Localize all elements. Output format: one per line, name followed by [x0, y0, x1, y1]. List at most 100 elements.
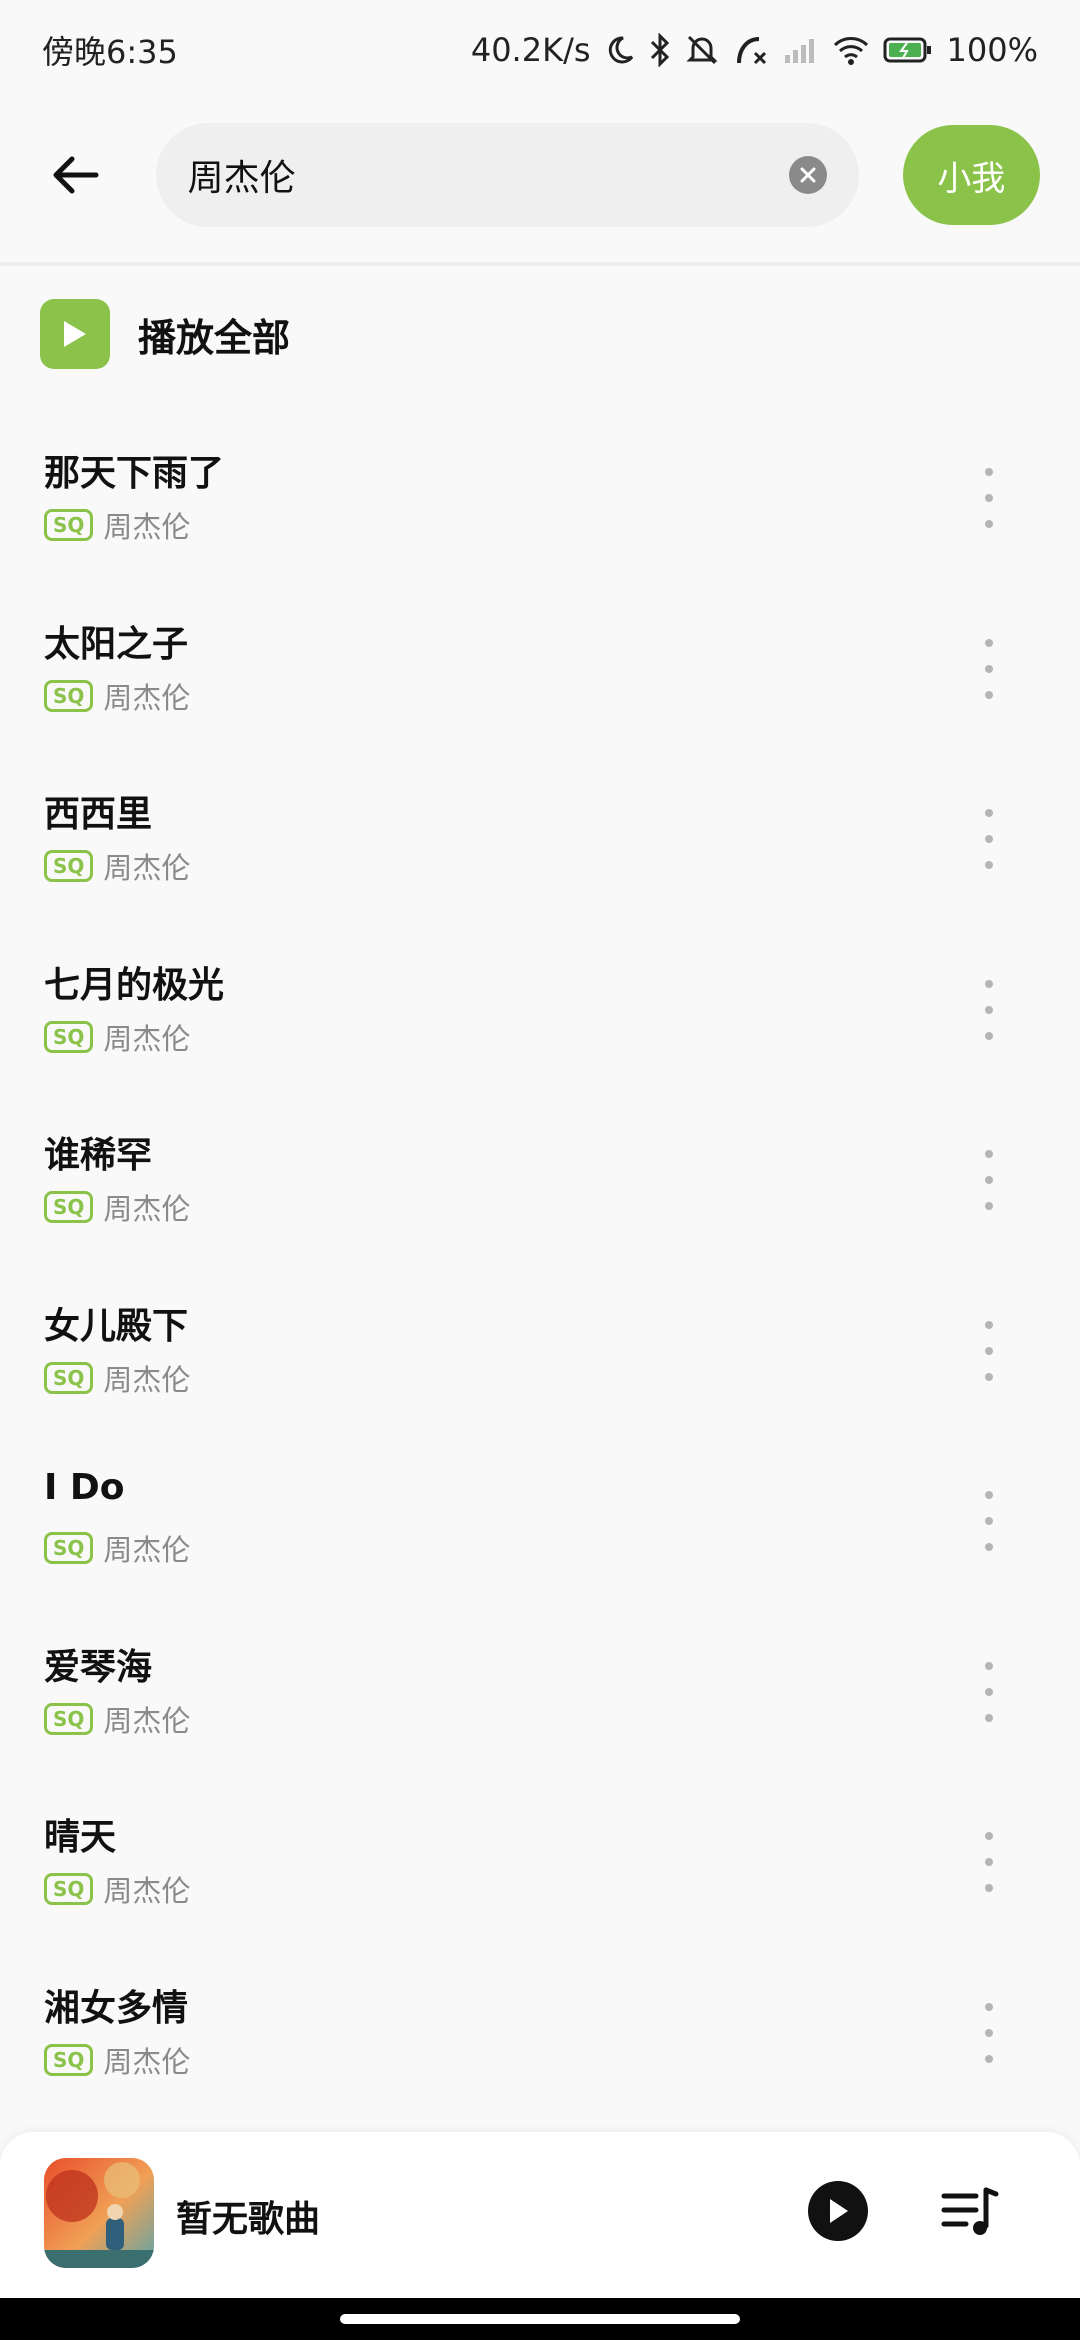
song-title: 女儿殿下: [44, 1305, 189, 1347]
arrow-left-icon: [53, 156, 99, 194]
wifi-icon: [833, 37, 868, 65]
song-artist: 周杰伦: [103, 1703, 191, 1738]
song-meta: SQ 周杰伦: [44, 1016, 190, 1058]
playlist-icon: [941, 2187, 999, 2235]
more-options-button[interactable]: [974, 1150, 1004, 1210]
call-off-icon: [736, 37, 766, 65]
now-playing-title: 暂无歌曲: [176, 2199, 321, 2240]
more-options-button[interactable]: [974, 638, 1004, 699]
list-item[interactable]: 谁稀罕 SQ 周杰伦: [0, 1102, 1080, 1273]
song-artist: 周杰伦: [103, 2044, 191, 2079]
quality-badge: SQ: [44, 1020, 94, 1053]
more-options-button[interactable]: [974, 979, 1004, 1040]
more-options-button[interactable]: [974, 2002, 1004, 2063]
search-input[interactable]: [185, 153, 750, 197]
more-vertical-icon: [985, 809, 993, 817]
song-meta: SQ 周杰伦: [44, 504, 190, 546]
song-title: 湘女多情: [44, 1987, 189, 2029]
search-box[interactable]: [155, 123, 859, 227]
list-item[interactable]: 七月的极光 SQ 周杰伦: [0, 932, 1080, 1103]
song-meta: SQ 周杰伦: [44, 1527, 190, 1569]
battery-icon: [883, 37, 931, 63]
song-artist: 周杰伦: [103, 1533, 191, 1567]
song-meta: SQ 周杰伦: [44, 845, 190, 887]
status-bar: 傍晚6:35 40.2K/s 100%: [0, 0, 1080, 100]
more-vertical-icon: [985, 1491, 993, 1499]
player-play-button[interactable]: [808, 2181, 868, 2241]
song-artist: 周杰伦: [103, 1362, 191, 1397]
divider: [0, 262, 1080, 266]
song-artist: 周杰伦: [103, 510, 191, 544]
more-vertical-icon: [985, 638, 993, 647]
song-meta: SQ 周杰伦: [44, 2039, 190, 2081]
quality-badge: SQ: [44, 509, 94, 541]
status-time: 傍晚6:35: [42, 33, 178, 71]
song-artist: 周杰伦: [103, 851, 191, 885]
song-artist: 周杰伦: [103, 680, 191, 715]
list-item[interactable]: 西西里 SQ 周杰伦: [0, 761, 1080, 932]
clear-button[interactable]: [788, 156, 827, 194]
ai-assistant-button[interactable]: 小我: [902, 125, 1040, 225]
song-list: 那天下雨了 SQ 周杰伦 太阳之子 SQ 周杰伦 西西里 SQ 周杰伦 七月的极…: [0, 420, 1080, 2125]
more-vertical-icon: [985, 2002, 993, 2011]
play-circle-icon: [830, 2199, 848, 2223]
signal-icon: [784, 39, 814, 63]
song-title: I Do: [44, 1467, 125, 1508]
song-meta: SQ 周杰伦: [44, 1186, 190, 1228]
quality-badge: SQ: [44, 1191, 94, 1223]
navigation-bar: [0, 2298, 1080, 2340]
song-meta: SQ 周杰伦: [44, 675, 190, 717]
clear-icon: [800, 167, 816, 183]
quality-badge: SQ: [44, 1532, 94, 1564]
play-all-label: 播放全部: [138, 315, 291, 360]
mini-player[interactable]: 暂无歌曲: [0, 2132, 1080, 2298]
mute-bell-icon: [685, 35, 718, 65]
quality-badge: SQ: [44, 1873, 94, 1905]
bluetooth-icon: [650, 33, 669, 67]
song-artist: 周杰伦: [103, 1021, 191, 1056]
list-item[interactable]: 女儿殿下 SQ 周杰伦: [0, 1273, 1080, 1444]
more-vertical-icon: [985, 979, 993, 988]
more-vertical-icon: [985, 1320, 993, 1329]
album-cover[interactable]: [44, 2158, 154, 2268]
play-icon: [40, 299, 110, 369]
play-all-button[interactable]: 播放全部: [40, 298, 290, 370]
list-item[interactable]: 那天下雨了 SQ 周杰伦: [0, 420, 1080, 591]
more-options-button[interactable]: [974, 1661, 1004, 1722]
song-title: 西西里: [44, 794, 153, 835]
more-vertical-icon: [985, 1150, 993, 1158]
song-artist: 周杰伦: [103, 1192, 191, 1226]
net-speed: 40.2K/s: [470, 31, 591, 69]
quality-badge: SQ: [44, 850, 94, 882]
list-item[interactable]: 湘女多情 SQ 周杰伦: [0, 1955, 1080, 2126]
list-item[interactable]: I Do SQ 周杰伦: [0, 1443, 1080, 1614]
home-indicator[interactable]: [340, 2314, 740, 2324]
more-options-button[interactable]: [974, 468, 1004, 528]
list-item[interactable]: 晴天 SQ 周杰伦: [0, 1784, 1080, 1955]
search-header: 小我: [0, 110, 1080, 240]
more-vertical-icon: [985, 468, 993, 476]
song-meta: SQ 周杰伦: [44, 1698, 190, 1740]
more-vertical-icon: [985, 1832, 993, 1840]
back-button[interactable]: [40, 140, 110, 210]
song-title: 晴天: [44, 1817, 117, 1858]
list-item[interactable]: 爱琴海 SQ 周杰伦: [0, 1614, 1080, 1785]
more-options-button[interactable]: [974, 1491, 1004, 1551]
quality-badge: SQ: [44, 1361, 94, 1394]
quality-badge: SQ: [44, 2043, 94, 2076]
song-title: 谁稀罕: [44, 1135, 153, 1176]
more-options-button[interactable]: [974, 1832, 1004, 1892]
more-options-button[interactable]: [974, 1320, 1004, 1381]
quality-badge: SQ: [44, 1702, 94, 1735]
more-vertical-icon: [985, 1661, 993, 1670]
song-meta: SQ 周杰伦: [44, 1357, 190, 1399]
status-icons: 40.2K/s 100%: [471, 31, 1038, 69]
playlist-button[interactable]: [940, 2182, 1002, 2244]
song-title: 爱琴海: [44, 1646, 153, 1688]
song-meta: SQ 周杰伦: [44, 1868, 190, 1910]
song-title: 太阳之子: [44, 623, 189, 665]
song-title: 那天下雨了: [44, 453, 225, 494]
quality-badge: SQ: [44, 679, 94, 712]
more-options-button[interactable]: [974, 809, 1004, 869]
list-item[interactable]: 太阳之子 SQ 周杰伦: [0, 591, 1080, 762]
